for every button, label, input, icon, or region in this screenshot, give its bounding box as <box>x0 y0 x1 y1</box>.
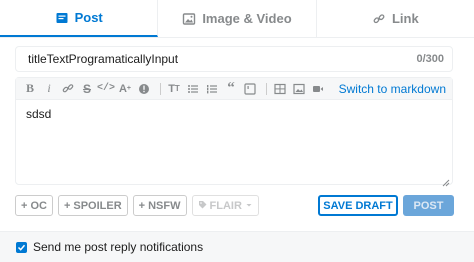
checkmark-icon <box>17 244 26 251</box>
quote-icon[interactable]: “ <box>223 80 239 97</box>
oc-label: OC <box>30 199 47 212</box>
chevron-down-icon <box>245 200 253 212</box>
plus-icon: + <box>138 199 146 212</box>
rich-text-editor: B i S </> A + TT “ Switch to markdown sd… <box>15 77 453 187</box>
reply-notifications-label: Send me post reply notifications <box>33 240 204 254</box>
nsfw-label: NSFW <box>148 199 181 212</box>
tag-icon <box>198 200 207 212</box>
save-draft-button[interactable]: SAVE DRAFT <box>318 195 398 216</box>
code-block-icon[interactable] <box>242 81 258 97</box>
link-icon[interactable] <box>60 81 76 97</box>
post-flags: + OC + SPOILER + NSFW FLAIR <box>15 195 259 216</box>
flair-button[interactable]: FLAIR <box>191 195 259 216</box>
title-field: 0/300 <box>15 46 453 72</box>
superscript-icon[interactable]: A + <box>117 81 133 97</box>
image-icon <box>182 12 196 26</box>
title-char-counter: 0/300 <box>416 53 444 65</box>
post-type-tabs: Post Image & Video Link <box>0 0 474 38</box>
tab-link[interactable]: Link <box>317 0 474 37</box>
tab-post-label: Post <box>74 10 103 25</box>
oc-button[interactable]: + OC <box>15 195 53 216</box>
spoiler-label: SPOILER <box>73 199 122 212</box>
post-button[interactable]: POST <box>403 195 454 216</box>
plus-icon: + <box>21 199 28 212</box>
image-icon[interactable] <box>291 81 307 97</box>
plus-icon: + <box>63 199 71 212</box>
heading-icon[interactable]: TT <box>166 81 182 97</box>
tab-link-label: Link <box>391 11 419 26</box>
spoiler-icon[interactable] <box>136 81 152 97</box>
editor-body[interactable]: sdsd <box>16 100 452 128</box>
tab-image-video-label: Image & Video <box>202 11 292 26</box>
italic-icon[interactable]: i <box>41 81 57 97</box>
flair-label: FLAIR <box>209 199 242 212</box>
spoiler-button[interactable]: + SPOILER <box>57 195 128 216</box>
tab-image-video[interactable]: Image & Video <box>158 0 317 37</box>
notification-row: Send me post reply notifications <box>0 231 474 262</box>
code-icon[interactable]: </> <box>97 81 115 97</box>
table-icon[interactable] <box>272 81 288 97</box>
video-icon[interactable] <box>310 81 326 97</box>
editor-toolbar: B i S </> A + TT “ Switch to markdown <box>16 78 452 100</box>
strikethrough-icon[interactable]: S <box>79 81 95 97</box>
post-icon <box>55 11 69 25</box>
bulleted-list-icon[interactable] <box>185 81 201 97</box>
link-icon <box>372 12 386 26</box>
title-input[interactable] <box>28 52 417 66</box>
bold-icon[interactable]: B <box>22 81 38 97</box>
nsfw-button[interactable]: + NSFW <box>132 195 187 216</box>
reply-notifications-checkbox[interactable] <box>16 241 27 253</box>
numbered-list-icon[interactable] <box>204 81 220 97</box>
resize-handle[interactable] <box>442 174 450 187</box>
switch-to-markdown-link[interactable]: Switch to markdown <box>339 82 446 96</box>
tab-post[interactable]: Post <box>0 0 159 37</box>
toolbar-divider <box>160 82 161 95</box>
toolbar-divider <box>266 82 267 95</box>
